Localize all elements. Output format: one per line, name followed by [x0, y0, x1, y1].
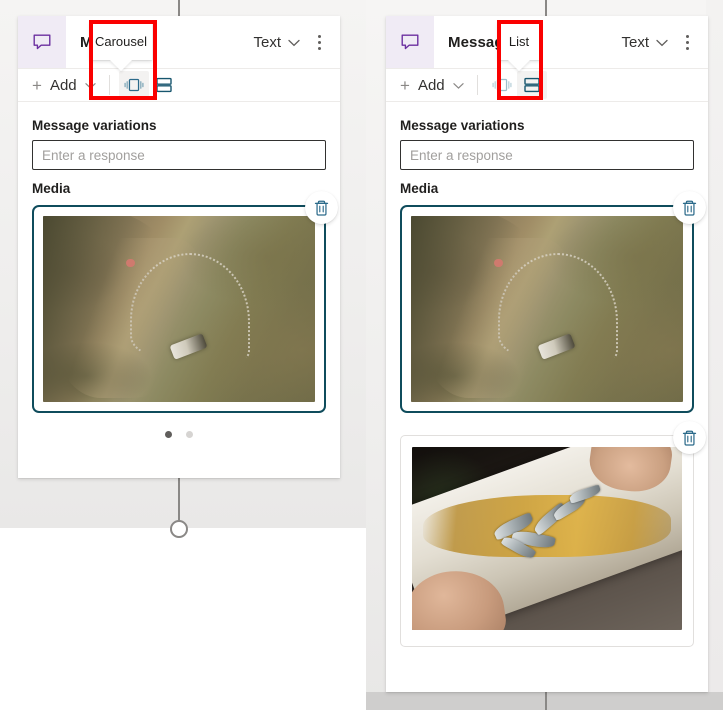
- message-variations-label: Message variations: [32, 118, 157, 133]
- media-label: Media: [32, 181, 71, 196]
- message-node-carousel[interactable]: Message Text + Add: [18, 16, 340, 478]
- add-button-label: Add: [49, 76, 77, 94]
- panel-body: Message variations Enter a response Medi…: [386, 102, 708, 667]
- media-item[interactable]: [32, 191, 338, 413]
- add-button[interactable]: + Add: [28, 77, 100, 94]
- panel-body: Message variations Enter a response Medi…: [18, 102, 340, 458]
- message-variations-placeholder: Enter a response: [410, 147, 513, 163]
- kebab-menu-icon[interactable]: [304, 26, 334, 58]
- plus-icon: +: [32, 75, 42, 95]
- add-button-label: Add: [417, 76, 445, 94]
- message-bubble-icon: [386, 16, 434, 68]
- trash-icon[interactable]: [673, 421, 706, 454]
- panel-header: Message Text: [386, 16, 708, 68]
- list-tooltip-label: List: [508, 33, 530, 49]
- toolbar-divider: [108, 75, 110, 95]
- panel-toolbar: + Add: [18, 68, 340, 102]
- list-layout-button[interactable]: [516, 71, 547, 99]
- connector-top-right: [545, 0, 547, 16]
- message-variations-placeholder: Enter a response: [42, 147, 145, 163]
- media-item[interactable]: [400, 191, 706, 413]
- chevron-down-icon: [84, 77, 96, 94]
- message-variations-label: Message variations: [400, 118, 525, 133]
- carousel-layout-button[interactable]: [487, 71, 517, 99]
- plus-icon: +: [400, 75, 410, 95]
- media-card[interactable]: [32, 205, 326, 413]
- carousel-dot[interactable]: [186, 431, 193, 438]
- add-button[interactable]: + Add: [396, 77, 468, 94]
- canvas-background-edge: [706, 0, 723, 710]
- panel-header: Message Text: [18, 16, 340, 68]
- message-type-label: Text: [253, 33, 281, 51]
- chevron-down-icon: [656, 34, 668, 51]
- media-item[interactable]: [400, 421, 706, 647]
- media-thumbnail-aerial-net-boat[interactable]: [43, 216, 315, 402]
- message-bubble-icon: [18, 16, 66, 68]
- chevron-down-icon: [288, 34, 300, 51]
- message-variations-input[interactable]: Enter a response: [32, 140, 326, 170]
- kebab-menu-icon[interactable]: [672, 26, 702, 58]
- message-variations-input[interactable]: Enter a response: [400, 140, 694, 170]
- list-layout-button[interactable]: [149, 71, 179, 99]
- message-type-dropdown[interactable]: Text: [253, 34, 304, 51]
- connector-bottom-right: [545, 692, 547, 710]
- panel-toolbar: + Add: [386, 68, 708, 102]
- connector-node-left: [170, 520, 188, 538]
- aerial-buoy: [125, 258, 135, 268]
- list-tooltip: List: [498, 22, 540, 71]
- media-thumbnail-fish-trough[interactable]: [412, 447, 682, 630]
- message-node-list[interactable]: Message Text + Add Message variations En…: [386, 16, 708, 692]
- message-type-label: Text: [621, 33, 649, 51]
- media-card[interactable]: [400, 435, 694, 647]
- chevron-down-icon: [452, 77, 464, 94]
- screenshot-root: Message Text + Add: [0, 0, 723, 710]
- connector-top-left: [178, 0, 180, 16]
- trash-icon[interactable]: [673, 191, 706, 224]
- carousel-dot-active[interactable]: [165, 431, 172, 438]
- tooltip-arrow-icon: [110, 60, 132, 71]
- media-label: Media: [400, 181, 439, 196]
- carousel-tooltip-label: Carousel: [94, 33, 148, 49]
- media-card[interactable]: [400, 205, 694, 413]
- carousel-tooltip: Carousel: [90, 22, 152, 71]
- aerial-buoy: [493, 258, 503, 268]
- toolbar-divider: [476, 75, 478, 95]
- carousel-layout-button[interactable]: [118, 71, 149, 99]
- message-type-dropdown[interactable]: Text: [621, 34, 672, 51]
- carousel-pagination-dots[interactable]: [32, 419, 326, 444]
- media-thumbnail-aerial-net-boat[interactable]: [411, 216, 683, 402]
- tooltip-arrow-icon: [508, 60, 530, 71]
- trash-icon[interactable]: [305, 191, 338, 224]
